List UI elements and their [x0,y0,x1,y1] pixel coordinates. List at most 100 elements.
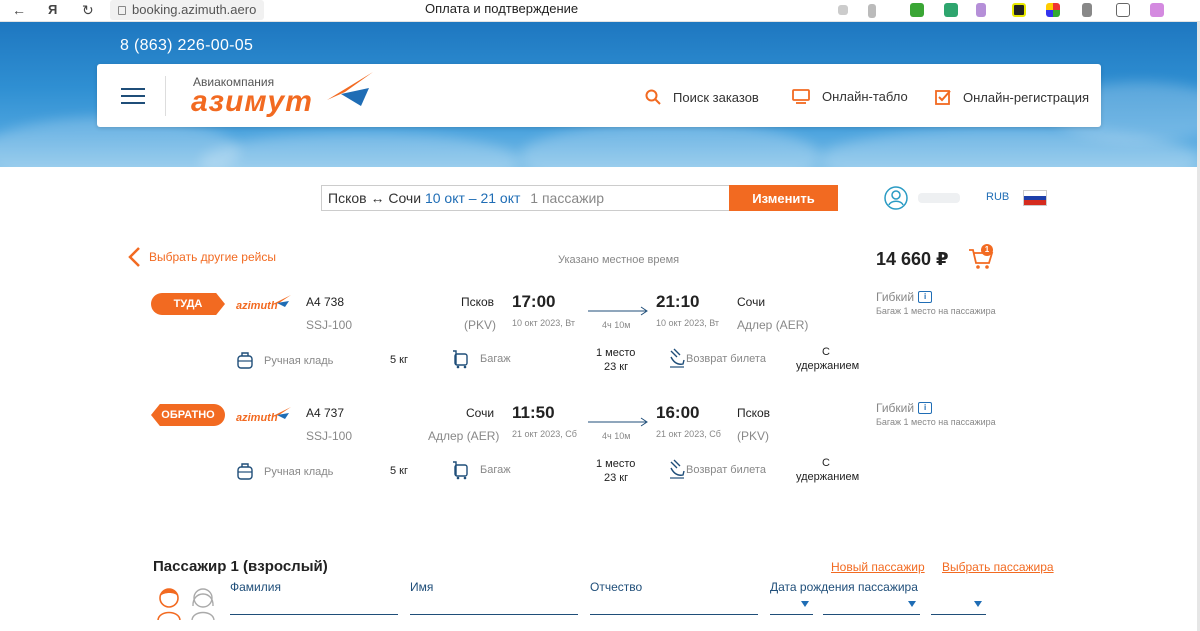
extension-green-icon[interactable] [944,3,958,17]
surname-label: Фамилия [230,580,281,594]
cart-badge: 1 [981,244,993,256]
new-passenger-link[interactable]: Новый пассажир [831,560,925,574]
download-extension-icon[interactable] [910,3,924,17]
extension-shield-icon[interactable] [1082,3,1092,17]
logo-wing-icon [327,72,373,106]
passenger-title: Пассажир 1 (взрослый) [153,558,328,575]
birth-year-select[interactable] [931,598,986,615]
back-to-flights-label: Выбрать другие рейсы [149,250,276,264]
cart-button[interactable]: 1 [967,244,995,275]
flight-duration: 4ч 10м [602,431,631,441]
refund-value-line2: удержанием [796,360,860,372]
header-phone[interactable]: 8 (863) 226-00-05 [120,37,253,55]
hand-luggage-label: Ручная кладь [264,355,334,367]
refund-value-line1: С [822,346,830,358]
user-name-blurred [918,193,960,203]
patronymic-input[interactable] [590,614,758,615]
russia-flag-icon[interactable] [1023,190,1047,206]
ticket-refund-icon [670,459,685,479]
departure-time: 11:50 [512,403,555,422]
fare-name-label: Гибкий [876,401,915,415]
currency-selector[interactable]: RUB [986,191,1009,203]
nav-online-board-label: Онлайн-табло [822,89,908,104]
birthdate-label: Дата рождения пассажира [770,580,918,594]
birth-day-select[interactable] [770,598,813,615]
menu-icon[interactable] [121,88,145,109]
arrival-city: Псков [737,406,771,420]
flight-arrow-icon [588,417,648,427]
fare-note: Багаж 1 место на пассажира [876,306,996,316]
search-pax: 1 пассажир [530,190,605,206]
user-icon[interactable] [884,186,908,210]
name-input[interactable] [410,614,578,615]
departure-airport: Адлер (AER) [428,429,500,443]
extension-screenshot-icon[interactable] [1116,3,1130,17]
logo[interactable]: азимут [191,85,313,119]
ticket-refund-icon [670,348,685,368]
fare-name-label: Гибкий [876,290,915,304]
refund-value-line1: С [822,457,830,469]
departure-date: 10 окт 2023, Вт [512,318,576,328]
fare-name[interactable]: Гибкий i [876,290,933,304]
departure-date: 21 окт 2023, Сб [512,429,577,439]
hand-luggage-weight: 5 кг [390,354,408,366]
baggage-icon [453,461,468,480]
airline-wing-icon [271,295,291,307]
bookmark-icon[interactable] [868,4,876,18]
address-bar-url: booking.azimuth.aero [132,2,257,17]
nav-online-checkin[interactable]: Онлайн-регистрация [935,89,1089,105]
baggage-weight: 23 кг [604,361,629,373]
local-time-note: Указано местное время [558,254,680,266]
departure-city: Псков [461,295,495,309]
extension-pen-icon[interactable] [976,3,986,17]
info-icon[interactable]: i [918,291,933,303]
yandex-icon[interactable]: Я [48,2,57,17]
fare-name[interactable]: Гибкий i [876,401,933,415]
change-search-button[interactable]: Изменить [729,185,838,211]
fare-note: Багаж 1 место на пассажира [876,417,996,427]
flight-number: А4 738 [306,295,345,309]
flight-duration: 4ч 10м [602,320,631,330]
direction-badge: ТУДА [151,293,225,315]
male-avatar-icon[interactable] [155,584,183,620]
search-summary[interactable]: Псков ↔ Сочи 10 окт – 21 окт 1 пассажир [321,185,729,211]
extension-dark-icon[interactable] [1012,3,1026,17]
flight-number: А4 737 [306,406,345,420]
extension-dots-icon[interactable] [838,5,848,15]
monitor-icon [792,89,810,104]
back-arrow-icon[interactable]: ← [12,2,26,18]
nav-order-search[interactable]: Поиск заказов [645,89,759,105]
dropdown-arrow-icon [908,601,916,607]
nav-online-board[interactable]: Онлайн-табло [792,89,908,104]
refund-value-line2: удержанием [796,471,860,483]
hand-luggage-icon [237,463,253,480]
baggage-label: Багаж [480,353,511,365]
airline-wing-icon [271,407,291,419]
direction-badge: ОБРАТНО [151,404,225,426]
arrival-airport: (PKV) [737,429,770,443]
departure-city: Сочи [466,406,495,420]
main-navbar: Авиакомпания азимут Поиск заказов Онлайн… [97,64,1101,127]
arrival-time: 21:10 [656,292,700,311]
birth-month-select[interactable] [823,598,920,615]
arrival-date: 21 окт 2023, Сб [656,429,721,439]
aircraft-type: SSJ-100 [306,429,353,443]
checkbox-icon [935,90,951,105]
choose-passenger-link[interactable]: Выбрать пассажира [942,560,1054,574]
page-tab-title: Оплата и подтверждение [425,1,579,16]
refund-label: Возврат билета [686,464,766,476]
extension-badge-icon[interactable] [1150,3,1164,17]
reload-icon[interactable]: ↻ [82,2,94,19]
info-icon[interactable]: i [918,402,933,414]
surname-input[interactable] [230,614,398,615]
hand-luggage-icon [237,352,253,369]
aircraft-type: SSJ-100 [306,318,353,332]
back-to-flights-link[interactable]: Выбрать другие рейсы [127,246,276,268]
arrival-city: Сочи [737,295,766,309]
flight-row-return: ОБРАТНО azimuth А4 737 SSJ-100 Сочи Адле… [0,401,1200,501]
address-bar[interactable]: booking.azimuth.aero [110,0,265,20]
female-avatar-icon[interactable] [189,584,217,620]
hand-luggage-weight: 5 кг [390,465,408,477]
baggage-pieces: 1 место [596,458,636,470]
extension-color-icon[interactable] [1046,3,1060,17]
